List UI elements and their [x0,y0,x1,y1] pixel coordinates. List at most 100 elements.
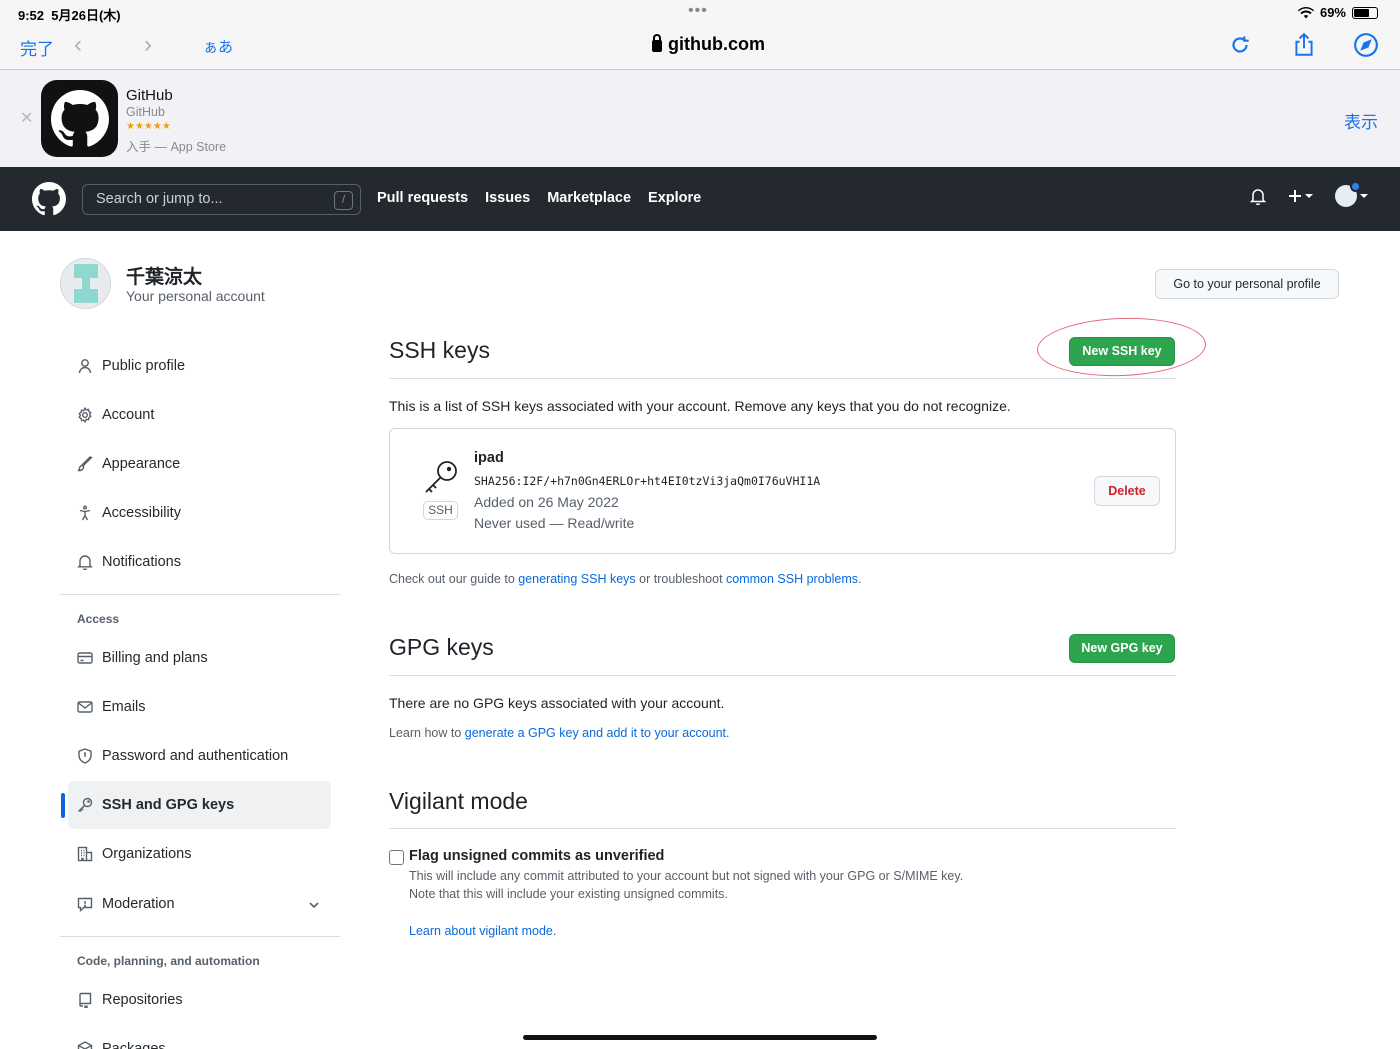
sidebar-item-packages[interactable]: Packages [68,1025,331,1049]
guide-suffix: . [858,572,862,586]
sidebar-item-label: Repositories [102,992,183,1008]
bell-icon[interactable] [1250,187,1266,205]
vigilant-mode-link[interactable]: Learn about vigilant mode. [409,924,556,938]
sidebar-item-label: Password and authentication [102,748,289,764]
divider [389,378,1176,379]
ssh-guide-text: Check out our guide to generating SSH ke… [389,572,862,586]
gpg-keys-heading: GPG keys [389,634,494,660]
app-developer: GitHub [126,105,165,119]
url-text: github.com [668,34,765,54]
sidebar-item-appearance[interactable]: Appearance [68,440,331,488]
divider [389,675,1176,676]
compass-icon[interactable] [1353,32,1379,58]
shield-icon [77,748,93,764]
delete-ssh-key-button[interactable]: Delete [1094,476,1160,506]
ssh-badge: SSH [423,501,458,520]
multitasking-dots-icon[interactable]: ••• [688,2,708,20]
share-icon[interactable] [1291,32,1317,58]
profile-name: 千葉涼太 [126,267,203,288]
accessibility-icon [77,505,93,521]
lock-icon [652,34,662,52]
sidebar-item-public-profile[interactable]: Public profile [68,342,331,390]
battery-percent: 69% [1319,5,1346,20]
vigilant-description-1: This will include any commit attributed … [409,869,964,883]
credit-card-icon [77,650,93,666]
close-icon[interactable]: ✕ [20,108,33,128]
search-input[interactable]: Search or jump to... / [82,184,361,215]
bell-icon [77,554,93,570]
flag-unsigned-commits-label[interactable]: Flag unsigned commits as unverified [409,848,664,864]
done-button[interactable]: 完了 [20,35,54,60]
app-name: GitHub [126,87,173,104]
create-new-dropdown[interactable] [1288,189,1313,203]
sidebar-item-ssh-gpg-keys[interactable]: SSH and GPG keys [68,781,331,829]
user-menu-dropdown[interactable] [1335,181,1368,207]
sidebar-divider [60,594,340,595]
generating-ssh-keys-link[interactable]: generating SSH keys [518,572,635,586]
common-ssh-problems-link[interactable]: common SSH problems [726,572,858,586]
ssh-keys-heading: SSH keys [389,337,490,363]
avatar[interactable] [60,258,111,309]
sidebar-item-account[interactable]: Account [68,391,331,439]
sidebar-item-label: Emails [102,699,146,715]
ssh-key-card: SSH ipad SHA256:I2F/+h7n0Gn4ERLOr+ht4EI0… [389,428,1176,554]
organization-icon [77,846,93,862]
home-indicator [523,1035,877,1040]
sidebar-item-organizations[interactable]: Organizations [68,830,331,878]
avatar [1335,181,1361,207]
reload-icon[interactable] [1227,32,1253,58]
forward-chevron-icon[interactable]: › [144,31,152,59]
status-right: 69% [1297,5,1378,20]
rating-stars: ★★★★★ [126,121,171,132]
sidebar-item-label: Packages [102,1041,166,1049]
plus-icon [1289,190,1301,202]
key-icon [425,461,457,493]
nav-issues[interactable]: Issues [485,190,530,206]
sidebar-item-accessibility[interactable]: Accessibility [68,489,331,537]
github-app-icon[interactable] [41,80,118,157]
new-ssh-key-button[interactable]: New SSH key [1069,337,1175,366]
nav-explore[interactable]: Explore [648,190,701,206]
status-time: 9:52 5月26日(木) [18,8,121,23]
report-icon [77,896,93,912]
sidebar-item-password[interactable]: Password and authentication [68,732,331,780]
back-chevron-icon[interactable]: ‹ [74,31,82,59]
sidebar-divider [60,936,340,937]
view-button[interactable]: 表示 [1344,108,1378,133]
github-logo-icon[interactable] [32,182,66,216]
sidebar-item-label: Account [102,407,155,423]
search-placeholder: Search or jump to... [96,191,223,207]
nav-marketplace[interactable]: Marketplace [547,190,631,206]
sidebar-item-moderation[interactable]: Moderation [68,880,331,928]
reader-options-button[interactable]: ぁあ [203,36,233,57]
profile-subtitle: Your personal account [126,288,265,304]
sidebar-item-billing[interactable]: Billing and plans [68,634,331,682]
paintbrush-icon [77,456,93,472]
flag-unsigned-commits-checkbox[interactable] [389,850,404,865]
chevron-down-icon[interactable] [307,898,321,912]
go-to-profile-button[interactable]: Go to your personal profile [1155,269,1339,299]
header-actions [1250,181,1368,207]
package-icon [77,1041,93,1049]
wifi-icon [1297,6,1314,18]
battery-icon [1352,6,1378,19]
sidebar-item-repositories[interactable]: Repositories [68,976,331,1024]
sidebar-item-notifications[interactable]: Notifications [68,538,331,586]
sidebar-item-label: Public profile [102,358,186,374]
ssh-key-title: ipad [474,450,504,466]
sidebar-item-emails[interactable]: Emails [68,683,331,731]
github-header: Search or jump to... / Pull requests Iss… [0,167,1400,231]
repo-icon [77,992,93,1008]
vigilant-description-2: Note that this will include your existin… [409,887,728,901]
learn-prefix: Learn how to [389,726,465,740]
sidebar-item-label: SSH and GPG keys [102,797,235,813]
learn-suffix: . [726,726,730,740]
new-gpg-key-button[interactable]: New GPG key [1069,634,1175,663]
ssh-key-fingerprint: SHA256:I2F/+h7n0Gn4ERLOr+ht4EI0tzVi3jaQm… [474,474,821,488]
address-bar[interactable]: github.com [652,34,765,55]
sidebar-item-label: Appearance [102,456,181,472]
guide-middle: or troubleshoot [635,572,727,586]
nav-pull-requests[interactable]: Pull requests [377,190,468,206]
generate-gpg-key-link[interactable]: generate a GPG key and add it to your ac… [465,726,726,740]
safari-toolbar: 完了 ‹ › ぁあ github.com [0,26,1400,70]
